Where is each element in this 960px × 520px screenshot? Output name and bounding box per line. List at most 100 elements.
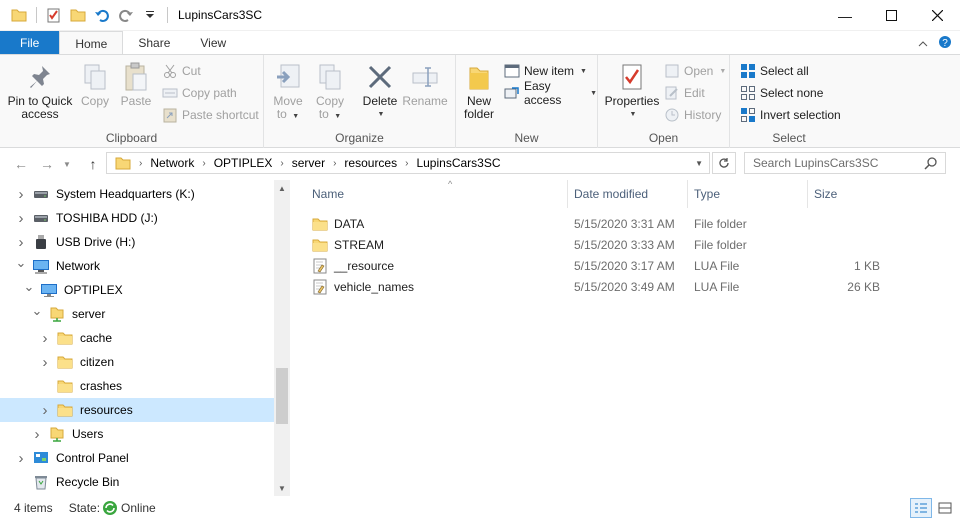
new-folder-icon <box>463 61 495 93</box>
nav-item[interactable]: › Control Panel <box>0 446 274 470</box>
new-item-button[interactable]: New item ▼ <box>504 61 587 81</box>
open-group-label: Open <box>648 131 679 145</box>
select-all-button[interactable]: Select all <box>740 61 809 81</box>
nav-item[interactable]: ⌄ OPTIPLEX <box>0 278 274 302</box>
invert-selection-button[interactable]: Invert selection <box>740 105 841 125</box>
search-input[interactable] <box>753 156 924 170</box>
nav-item[interactable]: › USB Drive (H:) <box>0 230 274 254</box>
folder-icon[interactable] <box>8 4 30 26</box>
details-view-button[interactable] <box>910 498 932 518</box>
chevron-right-icon[interactable]: › <box>38 330 52 347</box>
copy-path-button[interactable]: Copy path <box>162 83 237 103</box>
chevron-right-icon[interactable]: › <box>30 426 44 443</box>
easy-access-button[interactable]: Easy access ▼ <box>504 79 597 107</box>
redo-icon[interactable] <box>115 4 137 26</box>
file-name: DATA <box>334 216 365 231</box>
address-bar[interactable]: › Network › OPTIPLEX › server › resource… <box>106 152 710 174</box>
collapse-ribbon-icon[interactable] <box>918 36 928 50</box>
minimize-button[interactable]: — <box>822 0 868 31</box>
undo-icon[interactable] <box>91 4 113 26</box>
chevron-right-icon[interactable]: › <box>14 186 28 203</box>
properties-button[interactable]: Properties ▼ <box>604 61 660 121</box>
search-icon[interactable] <box>924 156 937 170</box>
nav-item[interactable]: › TOSHIBA HDD (J:) <box>0 206 274 230</box>
nav-item[interactable]: Recycle Bin <box>0 470 274 494</box>
breadcrumb-network[interactable]: Network <box>150 156 194 170</box>
breadcrumb-resources[interactable]: resources <box>344 156 397 170</box>
open-label: Open <box>684 64 714 78</box>
toolbar-divider <box>36 7 37 23</box>
chevron-down-icon: ▼ <box>580 67 587 75</box>
recent-locations-button[interactable]: ▼ <box>60 154 74 174</box>
scroll-up-icon[interactable]: ▲ <box>274 180 290 196</box>
copy-button[interactable]: Copy <box>78 61 112 108</box>
nav-item[interactable]: ⌄ server <box>0 302 274 326</box>
scroll-down-icon[interactable]: ▼ <box>274 480 290 496</box>
nav-item[interactable]: › Users <box>0 422 274 446</box>
large-icons-view-button[interactable] <box>934 498 956 518</box>
edit-button[interactable]: Edit <box>664 83 705 103</box>
nav-item[interactable]: › System Headquarters (K:) <box>0 182 274 206</box>
chevron-down-icon: ▼ <box>334 113 342 120</box>
chevron-down-icon: ▼ <box>63 159 71 169</box>
nav-item[interactable]: › cache <box>0 326 274 350</box>
chevron-down-icon[interactable]: ⌄ <box>30 303 44 318</box>
delete-button[interactable]: Delete ▼ <box>360 61 400 121</box>
chevron-right-icon[interactable]: › <box>38 354 52 371</box>
nav-item[interactable]: ⌄ Network <box>0 254 274 278</box>
file-row[interactable]: STREAM 5/15/2020 3:33 AM File folder <box>306 234 926 255</box>
scrollbar-thumb[interactable] <box>276 368 288 424</box>
select-none-button[interactable]: Select none <box>740 83 823 103</box>
properties-icon[interactable] <box>43 4 65 26</box>
chevron-right-icon[interactable]: › <box>14 210 28 227</box>
new-folder-button[interactable]: New folder <box>460 61 498 121</box>
open-icon <box>664 63 680 79</box>
maximize-button[interactable] <box>868 0 914 31</box>
nav-item[interactable]: › citizen <box>0 350 274 374</box>
copy-to-button[interactable]: Copy to ▼ <box>312 61 348 123</box>
help-icon[interactable]: ? <box>938 35 952 52</box>
chevron-right-icon[interactable]: › <box>14 234 28 251</box>
close-button[interactable] <box>914 0 960 31</box>
history-button[interactable]: History <box>664 105 721 125</box>
column-header-date[interactable]: Date modified <box>568 180 688 208</box>
paste-shortcut-button[interactable]: Paste shortcut <box>162 105 259 125</box>
new-folder-icon[interactable] <box>67 4 89 26</box>
folder-icon <box>115 156 131 170</box>
paste-button[interactable]: Paste <box>118 61 154 108</box>
up-button[interactable]: ↑ <box>82 154 104 174</box>
refresh-button[interactable] <box>712 152 736 174</box>
rename-button[interactable]: Rename <box>402 61 448 108</box>
forward-button[interactable]: → <box>36 154 58 174</box>
file-row[interactable]: __resource 5/15/2020 3:17 AM LUA File 1 KB <box>306 255 926 276</box>
column-header-size[interactable]: Size <box>808 180 886 208</box>
chevron-down-icon[interactable]: ⌄ <box>22 279 36 294</box>
address-dropdown-icon[interactable]: ▼ <box>695 159 703 168</box>
pin-to-quick-access-button[interactable]: Pin to Quick access <box>6 61 74 121</box>
file-row[interactable]: vehicle_names 5/15/2020 3:49 AM LUA File 26… <box>306 276 926 297</box>
customize-toolbar-icon[interactable] <box>139 4 161 26</box>
nav-item[interactable]: crashes <box>0 374 274 398</box>
column-header-name[interactable]: Name ^ <box>306 179 568 208</box>
file-row[interactable]: DATA 5/15/2020 3:31 AM File folder <box>306 213 926 234</box>
chevron-right-icon[interactable]: › <box>14 450 28 467</box>
chevron-down-icon[interactable]: ⌄ <box>14 255 28 270</box>
column-header-type[interactable]: Type <box>688 180 808 208</box>
nav-item[interactable]: › resources <box>0 398 274 422</box>
file-name: STREAM <box>334 237 385 252</box>
chevron-right-icon[interactable]: › <box>38 402 52 419</box>
tab-home[interactable]: Home <box>59 31 124 55</box>
tab-share[interactable]: Share <box>123 31 185 55</box>
back-button[interactable]: ← <box>10 154 32 174</box>
open-button[interactable]: Open ▼ <box>664 61 726 81</box>
breadcrumb-current[interactable]: LupinsCars3SC <box>416 156 500 170</box>
breadcrumb-server[interactable]: server <box>292 156 325 170</box>
column-size-label: Size <box>814 187 838 201</box>
cut-button[interactable]: Cut <box>162 61 201 81</box>
nav-scrollbar[interactable]: ▲ ▼ <box>274 180 290 496</box>
breadcrumb-optiplex[interactable]: OPTIPLEX <box>214 156 273 170</box>
move-to-button[interactable]: Move to ▼ <box>270 61 306 123</box>
tab-file[interactable]: File <box>0 31 60 55</box>
state-value: Online <box>121 501 156 515</box>
tab-view[interactable]: View <box>185 31 241 55</box>
